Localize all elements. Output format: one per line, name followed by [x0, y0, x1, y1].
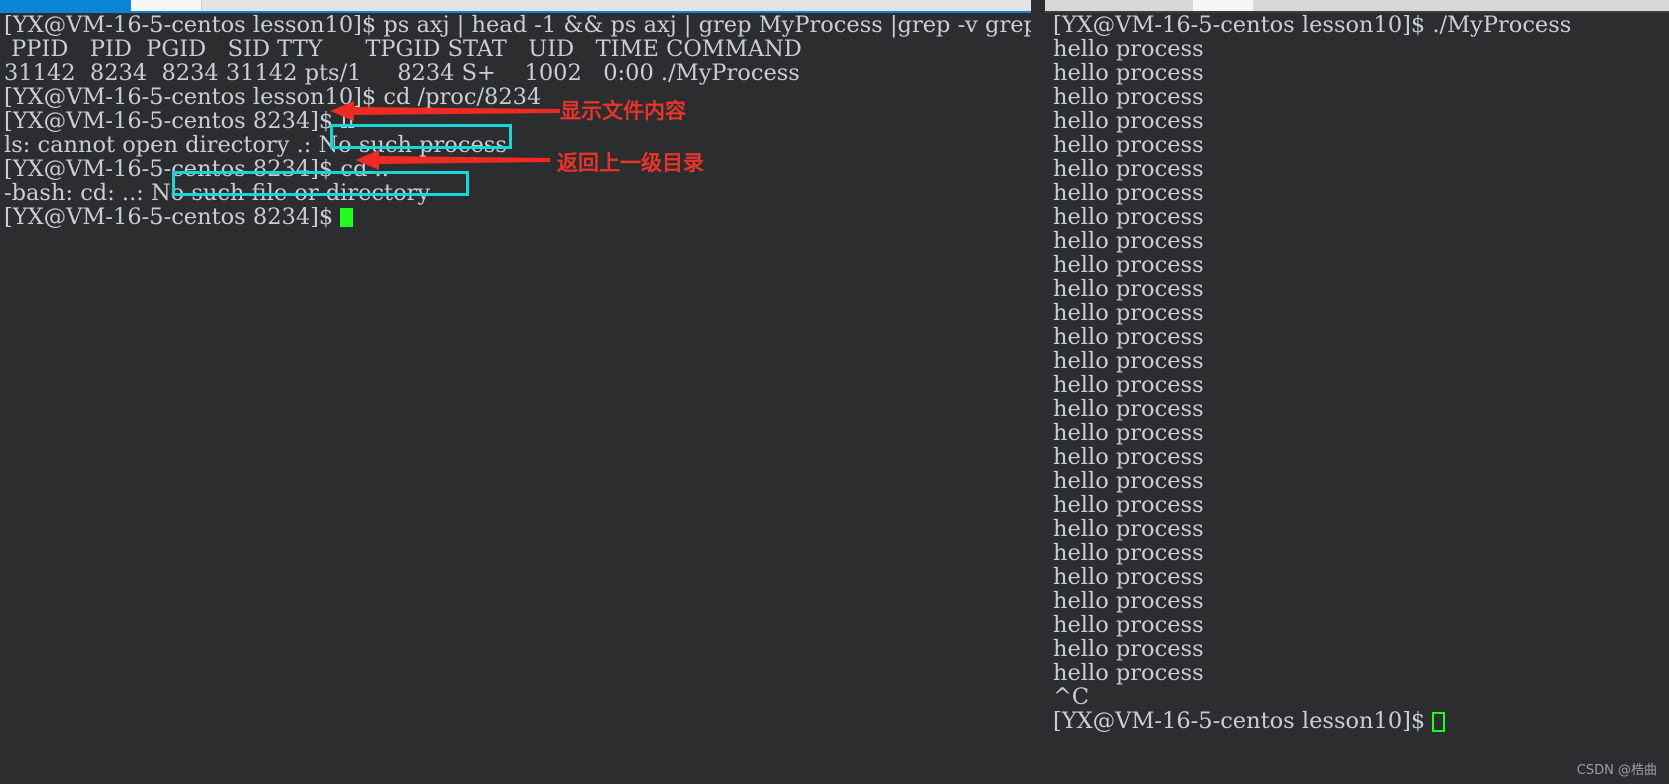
terminal-output-line: hello process: [1053, 636, 1204, 662]
terminal-output-line: hello process: [1053, 108, 1204, 134]
terminal-line: [YX@VM-16-5-centos 8234]$ cd ..: [4, 156, 389, 182]
terminal-output-line: hello process: [1053, 252, 1204, 278]
terminal-output-line: hello process: [1053, 228, 1204, 254]
right-terminal-output: [YX@VM-16-5-centos lesson10]$ ./MyProces…: [1045, 13, 1669, 733]
terminal-output-line: hello process: [1053, 276, 1204, 302]
terminal-line: [YX@VM-16-5-centos lesson10]$ cd /proc/8…: [4, 84, 542, 110]
terminal-line: ls: cannot open directory .: No such pro…: [4, 132, 507, 158]
left-terminal-body[interactable]: [YX@VM-16-5-centos lesson10]$ ps axj | h…: [0, 13, 1031, 784]
terminal-line: [YX@VM-16-5-centos lesson10]$ ps axj | h…: [4, 12, 1031, 38]
repeated-output-host: hello process hello process hello process h…: [1053, 37, 1669, 685]
terminal-output-line: hello process: [1053, 324, 1204, 350]
terminal-command-line: [YX@VM-16-5-centos lesson10]$ ./MyProces…: [1053, 12, 1572, 38]
pane-splitter[interactable]: [1031, 0, 1045, 784]
terminal-output-line: hello process: [1053, 132, 1204, 158]
terminal-prompt-line: [YX@VM-16-5-centos 8234]$: [4, 205, 1031, 229]
terminal-output-line: hello process: [1053, 540, 1204, 566]
terminal-output-line: hello process: [1053, 84, 1204, 110]
terminal-output-line: hello process: [1053, 348, 1204, 374]
terminal-output-line: hello process: [1053, 180, 1204, 206]
terminal-output-line: hello process: [1053, 60, 1204, 86]
terminal-line: PPID PID PGID SID TTY TPGID STAT UID TIM…: [4, 36, 802, 62]
terminal-output-line: hello process: [1053, 444, 1204, 470]
left-horizontal-scrollbar-track[interactable]: [131, 0, 1031, 11]
terminal-line: 31142 8234 8234 31142 pts/1 8234 S+ 1002…: [4, 60, 800, 86]
left-terminal-pane[interactable]: [YX@VM-16-5-centos lesson10]$ ps axj | h…: [0, 0, 1031, 784]
terminal-output-line: hello process: [1053, 36, 1204, 62]
terminal-output-line: hello process: [1053, 204, 1204, 230]
note-go-parent-dir: 返回上一级目录: [557, 151, 704, 175]
terminal-prompt-line: [YX@VM-16-5-centos lesson10]$: [1053, 709, 1669, 733]
text-cursor: [1432, 712, 1446, 732]
terminal-line: -bash: cd: ..: No such file or directory: [4, 180, 431, 206]
terminal-output-line: hello process: [1053, 468, 1204, 494]
terminal-output-line: hello process: [1053, 516, 1204, 542]
terminal-interrupt-line: ^C: [1053, 684, 1090, 710]
terminal-output-line: hello process: [1053, 396, 1204, 422]
prompt-text: [YX@VM-16-5-centos lesson10]$: [1053, 708, 1433, 734]
terminal-output-line: hello process: [1053, 660, 1204, 686]
prompt-text: [YX@VM-16-5-centos 8234]$: [4, 204, 341, 230]
terminal-output-line: hello process: [1053, 564, 1204, 590]
left-horizontal-scrollbar-thumb[interactable]: [131, 0, 202, 11]
terminal-output-line: hello process: [1053, 372, 1204, 398]
terminal-output-line: hello process: [1053, 492, 1204, 518]
terminal-line: [YX@VM-16-5-centos 8234]$ ll: [4, 108, 355, 134]
right-terminal-pane[interactable]: [YX@VM-16-5-centos lesson10]$ ./MyProces…: [1045, 0, 1669, 784]
terminal-output-line: hello process: [1053, 612, 1204, 638]
right-horizontal-scrollbar-thumb[interactable]: [1193, 0, 1253, 11]
terminal-output-line: hello process: [1053, 588, 1204, 614]
terminal-output-line: hello process: [1053, 156, 1204, 182]
terminal-output-line: hello process: [1053, 300, 1204, 326]
terminal-output-line: hello process: [1053, 420, 1204, 446]
right-terminal-body[interactable]: [YX@VM-16-5-centos lesson10]$ ./MyProces…: [1045, 13, 1669, 784]
left-terminal-output: [YX@VM-16-5-centos lesson10]$ ps axj | h…: [0, 13, 1031, 229]
note-show-file-content: 显示文件内容: [560, 99, 686, 123]
csdn-watermark: CSDN @梏曲: [1576, 763, 1657, 778]
text-cursor: [340, 208, 354, 227]
